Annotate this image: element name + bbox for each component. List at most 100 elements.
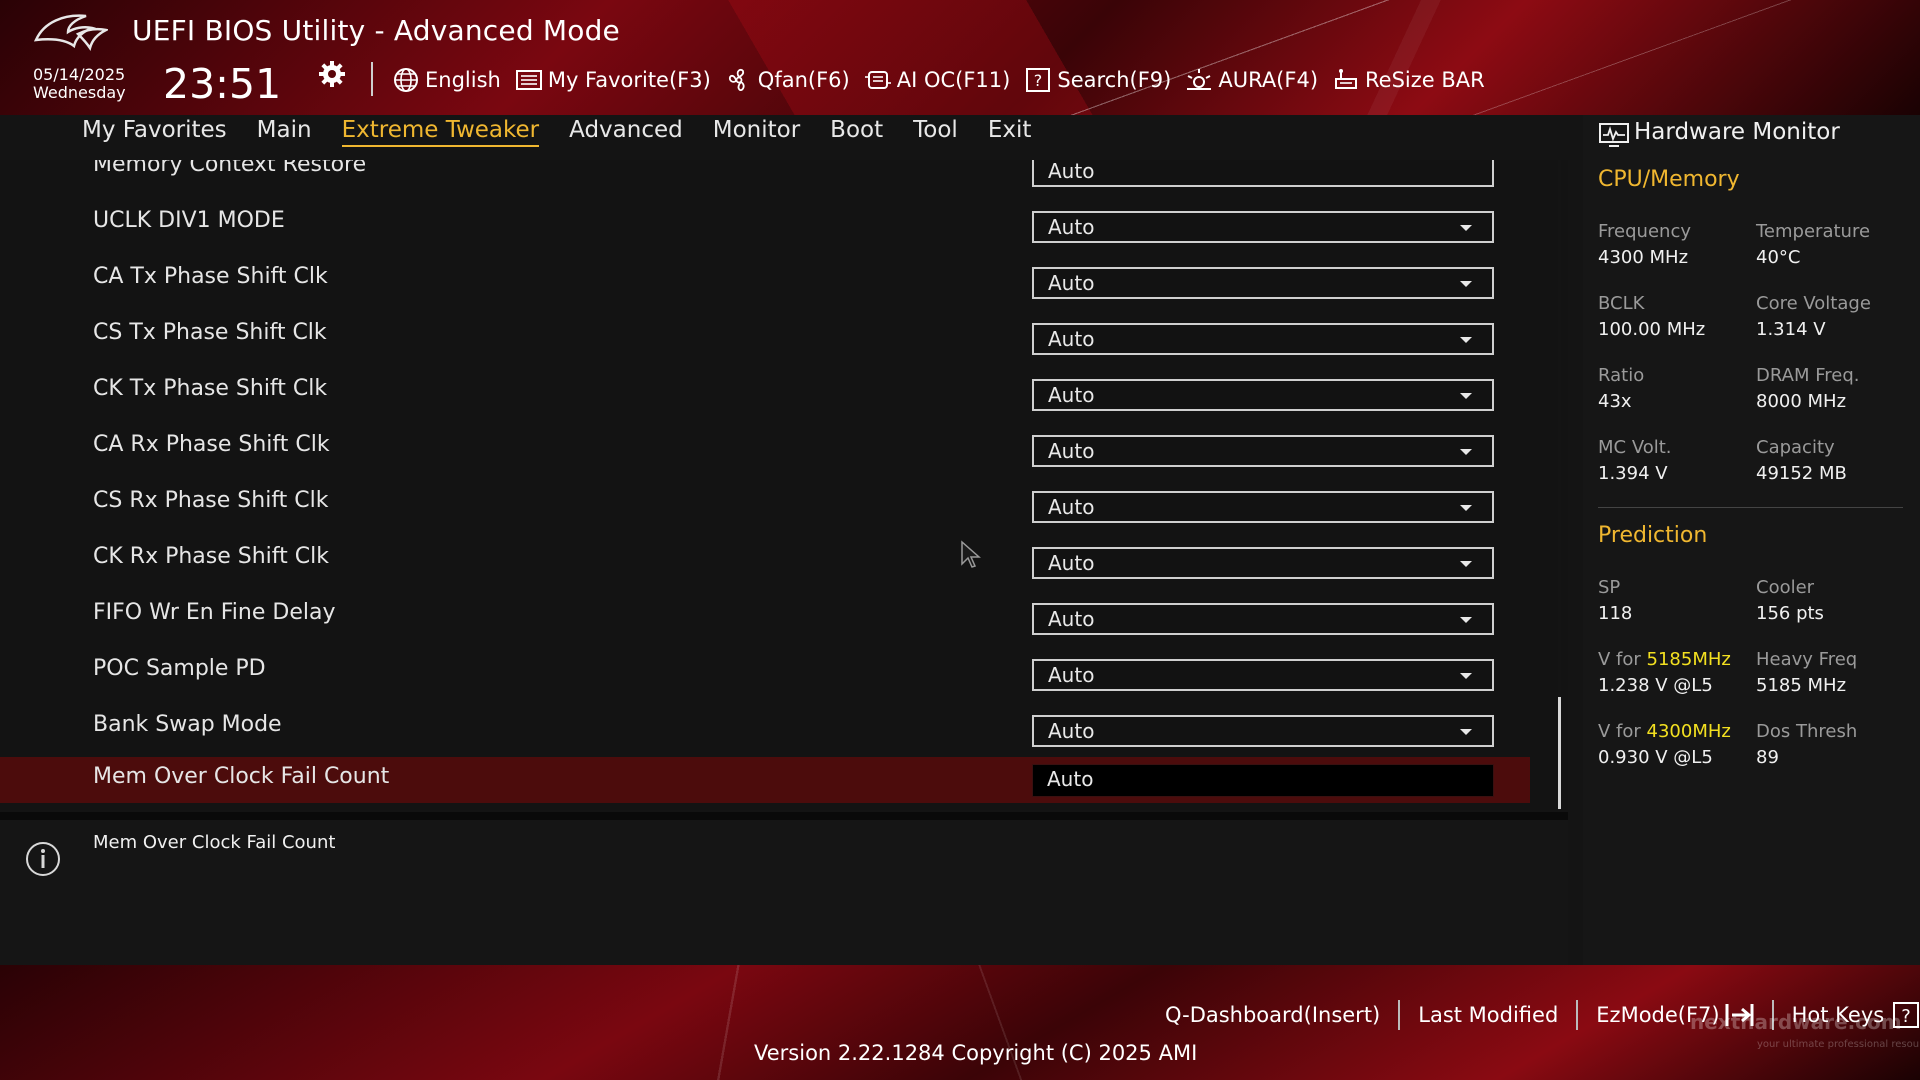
setting-label: Bank Swap Mode <box>93 712 282 737</box>
setting-row-ck-rx-phase-shift-clk[interactable]: CK Rx Phase Shift Clk Auto <box>0 534 1530 590</box>
setting-label: CA Rx Phase Shift Clk <box>93 432 330 457</box>
hw-label: Capacity <box>1756 437 1835 458</box>
hw-v-for-2: V for 4300MHz 0.930 V @L5 <box>1598 719 1758 771</box>
tab-monitor[interactable]: Monitor <box>713 117 800 147</box>
hw-label: Dos Thresh <box>1756 721 1858 742</box>
scrollbar-thumb[interactable] <box>1558 697 1561 809</box>
last-modified-button[interactable]: Last Modified <box>1418 1003 1558 1027</box>
hw-heavy-freq: Heavy Freq 5185 MHz <box>1756 647 1916 699</box>
gear-icon[interactable] <box>318 60 346 88</box>
setting-row-ck-tx-phase-shift-clk[interactable]: CK Tx Phase Shift Clk Auto <box>0 366 1530 422</box>
version-text: Version 2.22.1284 Copyright (C) 2025 AMI <box>754 1041 1198 1065</box>
resize-bar-button[interactable]: ReSize BAR <box>1332 67 1485 93</box>
hw-label-freq: 5185MHz <box>1646 649 1731 670</box>
hw-value: 5185 MHz <box>1756 675 1847 696</box>
bottom-bar: Q-Dashboard(Insert) Last Modified EzMode… <box>0 965 1920 1080</box>
dropdown-value: Auto <box>1048 495 1095 519</box>
setting-dropdown[interactable]: Auto <box>1032 659 1494 691</box>
chevron-down-icon <box>1460 673 1472 679</box>
setting-dropdown[interactable]: Auto <box>1032 267 1494 299</box>
hw-capacity: Capacity 49152 MB <box>1756 435 1916 487</box>
setting-label: FIFO Wr En Fine Delay <box>93 600 336 625</box>
hw-label: SP <box>1598 577 1621 598</box>
setting-row-poc-sample-pd[interactable]: POC Sample PD Auto <box>0 646 1530 702</box>
hw-label: Core Voltage <box>1756 293 1871 314</box>
tab-advanced[interactable]: Advanced <box>569 117 683 147</box>
my-favorite-button[interactable]: My Favorite(F3) <box>515 67 711 93</box>
resize-bar-label: ReSize BAR <box>1365 68 1485 92</box>
qfan-button[interactable]: Qfan(F6) <box>725 67 850 93</box>
tab-tool[interactable]: Tool <box>913 117 958 147</box>
search-button[interactable]: ? Search(F9) <box>1024 67 1171 93</box>
watermark: nexthardware.com <box>1690 1010 1902 1034</box>
q-dashboard-button[interactable]: Q-Dashboard(Insert) <box>1165 1003 1380 1027</box>
menu-bar: My Favorites Main Extreme Tweaker Advanc… <box>0 115 1568 160</box>
app-title: UEFI BIOS Utility - Advanced Mode <box>132 14 620 47</box>
ai-oc-button[interactable]: AI OC(F11) <box>864 67 1010 93</box>
setting-label: CK Tx Phase Shift Clk <box>93 376 328 401</box>
hw-v-for-1: V for 5185MHz 1.238 V @L5 <box>1598 647 1758 699</box>
setting-row-mem-over-clock-fail-count[interactable]: Mem Over Clock Fail Count Auto <box>0 757 1530 803</box>
setting-dropdown[interactable]: Auto <box>1032 435 1494 467</box>
hw-label: Cooler <box>1756 577 1815 598</box>
settings-list: Memory Context Restore Auto UCLK DIV1 MO… <box>0 160 1568 810</box>
help-panel: Mem Over Clock Fail Count <box>0 820 1568 965</box>
hw-label-prefix: V for <box>1598 721 1641 742</box>
tab-my-favorites[interactable]: My Favorites <box>82 117 227 147</box>
hw-value: 1.314 V <box>1756 319 1826 340</box>
chevron-down-icon <box>1460 281 1472 287</box>
language-button[interactable]: English <box>392 67 501 93</box>
setting-dropdown[interactable]: Auto <box>1032 547 1494 579</box>
setting-label: POC Sample PD <box>93 656 266 681</box>
fan-icon <box>728 68 745 91</box>
mouse-cursor-icon <box>961 540 981 568</box>
tab-main[interactable]: Main <box>257 117 312 147</box>
chevron-down-icon <box>1460 337 1472 343</box>
setting-row-uclk-div1-mode[interactable]: UCLK DIV1 MODE Auto <box>0 198 1530 254</box>
setting-row-cs-tx-phase-shift-clk[interactable]: CS Tx Phase Shift Clk Auto <box>0 310 1530 366</box>
hw-sp: SP 118 <box>1598 575 1758 627</box>
setting-dropdown[interactable]: Auto <box>1032 160 1494 187</box>
clock[interactable]: 23:51 <box>163 60 281 108</box>
setting-dropdown[interactable]: Auto <box>1032 491 1494 523</box>
hw-value: 49152 MB <box>1756 463 1847 484</box>
setting-dropdown[interactable]: Auto <box>1032 379 1494 411</box>
setting-row-bank-swap-mode[interactable]: Bank Swap Mode Auto <box>0 702 1530 758</box>
date-display: 05/14/2025 Wednesday <box>33 66 126 102</box>
hw-value: 1.394 V <box>1598 463 1668 484</box>
setting-dropdown[interactable]: Auto <box>1032 323 1494 355</box>
svg-text:?: ? <box>1901 1006 1911 1027</box>
setting-dropdown[interactable]: Auto <box>1032 603 1494 635</box>
dropdown-value: Auto <box>1048 327 1095 351</box>
tab-exit[interactable]: Exit <box>988 117 1032 147</box>
setting-dropdown[interactable]: Auto <box>1032 715 1494 747</box>
setting-row-cs-rx-phase-shift-clk[interactable]: CS Rx Phase Shift Clk Auto <box>0 478 1530 534</box>
setting-row-memory-context-restore[interactable]: Memory Context Restore Auto <box>0 160 1530 198</box>
watermark-subtitle: your ultimate professional resource <box>1757 1039 1920 1050</box>
tab-extreme-tweaker[interactable]: Extreme Tweaker <box>341 117 540 147</box>
setting-row-fifo-wr-en-fine-delay[interactable]: FIFO Wr En Fine Delay Auto <box>0 590 1530 646</box>
aura-button[interactable]: AURA(F4) <box>1185 67 1318 93</box>
cpu-memory-section-title: CPU/Memory <box>1598 167 1740 192</box>
toolbar: English My Favorite(F3) Qfan(F6) AI OC(F… <box>392 64 1499 96</box>
toolbar-separator <box>371 62 373 96</box>
tab-boot[interactable]: Boot <box>830 117 883 147</box>
hw-label: Heavy Freq <box>1756 649 1858 670</box>
bottom-separator <box>1576 1000 1579 1030</box>
date-text: 05/14/2025 <box>33 65 126 84</box>
setting-row-ca-rx-phase-shift-clk[interactable]: CA Rx Phase Shift Clk Auto <box>0 422 1530 478</box>
setting-dropdown[interactable]: Auto <box>1032 211 1494 243</box>
hw-value: 1.238 V @L5 <box>1598 675 1713 696</box>
setting-row-ca-tx-phase-shift-clk[interactable]: CA Tx Phase Shift Clk Auto <box>0 254 1530 310</box>
hw-label: DRAM Freq. <box>1756 365 1860 386</box>
dropdown-value: Auto <box>1048 160 1095 183</box>
my-favorite-icon <box>515 70 542 90</box>
rog-logo-icon <box>34 14 108 52</box>
aura-icon <box>1187 69 1212 90</box>
hw-value: 4300 MHz <box>1598 247 1689 268</box>
hw-label: V for 5185MHz <box>1598 647 1758 673</box>
setting-input[interactable]: Auto <box>1032 764 1494 797</box>
chevron-down-icon <box>1460 561 1472 567</box>
hw-temperature: Temperature 40°C <box>1756 219 1916 271</box>
chevron-down-icon <box>1460 225 1472 231</box>
